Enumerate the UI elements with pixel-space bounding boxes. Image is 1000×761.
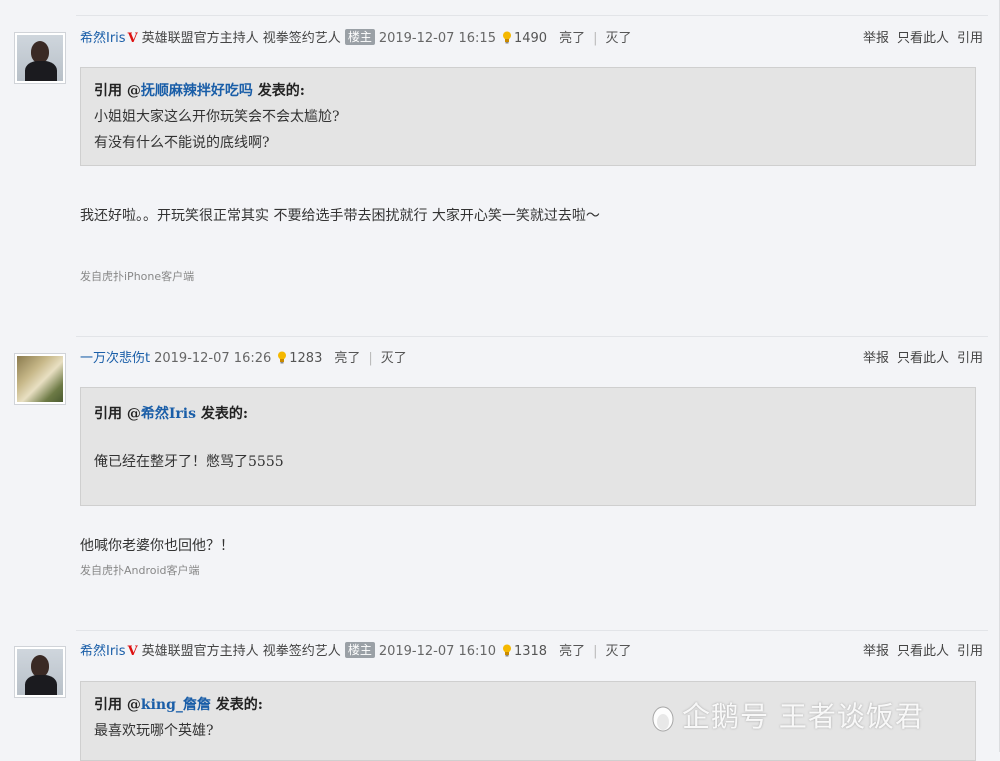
divider: |	[593, 644, 598, 659]
post-body: 我还好啦。。开玩笑很正常其实 不要给选手带去困扰就行 大家开心笑一笑就过去啦～	[80, 208, 600, 224]
post-time: 2019-12-07 16:15	[378, 31, 496, 46]
quote-text: 俺已经在整牙了！憋骂了5555	[94, 454, 284, 470]
light-button[interactable]: 亮了	[559, 644, 585, 659]
username-link[interactable]: 一万次悲伤t	[80, 351, 150, 366]
op-badge: 楼主	[344, 29, 375, 45]
report-button[interactable]: 举报	[863, 31, 889, 46]
user-title: 英雄联盟官方主持人 视拳签约艺人	[141, 644, 341, 659]
quoted-user-link[interactable]: 抚顺麻辣拌好吃吗	[141, 83, 253, 99]
dark-button[interactable]: 灭了	[605, 31, 631, 46]
post-source: 发自虎扑Android客户端	[80, 564, 200, 577]
quote-text: 最喜欢玩哪个英雄?	[94, 723, 214, 739]
avatar[interactable]	[14, 646, 66, 698]
user-title: 英雄联盟官方主持人 视拳签约艺人	[141, 31, 341, 46]
watermark: 企鹅号 王者谈饭君	[650, 697, 924, 737]
post-actions: 举报 只看此人 引用	[855, 29, 983, 49]
watermark-text: 企鹅号 王者谈饭君	[682, 700, 924, 733]
quote-header: 引用 @抚顺麻辣拌好吃吗 发表的:	[94, 83, 305, 99]
post-meta: 一万次悲伤t 2019-12-07 16:26 1283 亮了 | 灭了	[80, 349, 407, 369]
lightbulb-icon	[502, 644, 511, 657]
post-actions: 举报 只看此人 引用	[855, 642, 983, 662]
post-time: 2019-12-07 16:26	[154, 351, 272, 366]
quote-text: 有没有什么不能说的底线啊?	[94, 135, 270, 151]
only-this-user-button[interactable]: 只看此人	[897, 31, 949, 46]
post-time: 2019-12-07 16:10	[378, 644, 496, 659]
quote-text: 小姐姐大家这么开你玩笑会不会太尴尬?	[94, 109, 340, 125]
quote-block: 引用 @抚顺麻辣拌好吃吗 发表的: 小姐姐大家这么开你玩笑会不会太尴尬? 有没有…	[80, 67, 976, 166]
verified-icon: V	[127, 644, 138, 659]
light-count: 1283	[289, 351, 323, 366]
username-link[interactable]: 希然Iris	[80, 31, 126, 46]
op-badge: 楼主	[344, 642, 375, 658]
separator	[76, 15, 988, 16]
separator	[76, 336, 988, 337]
avatar[interactable]	[14, 32, 66, 84]
separator	[76, 630, 988, 631]
verified-icon: V	[127, 31, 138, 46]
username-link[interactable]: 希然Iris	[80, 644, 126, 659]
avatar[interactable]	[14, 353, 66, 405]
report-button[interactable]: 举报	[863, 351, 889, 366]
quote-header: 引用 @king_詹詹 发表的:	[94, 697, 263, 713]
light-count: 1490	[513, 31, 548, 46]
lightbulb-icon	[502, 31, 511, 44]
report-button[interactable]: 举报	[863, 644, 889, 659]
post-body: 他喊你老婆你也回他？！	[80, 538, 234, 554]
quote-button[interactable]: 引用	[957, 351, 983, 366]
dark-button[interactable]: 灭了	[605, 644, 631, 659]
post-meta: 希然Iris V 英雄联盟官方主持人 视拳签约艺人 楼主 2019-12-07 16:1…	[80, 642, 632, 662]
post-source: 发自虎扑iPhone客户端	[80, 270, 195, 283]
penguin-icon	[652, 706, 674, 732]
only-this-user-button[interactable]: 只看此人	[897, 351, 949, 366]
quoted-user-link[interactable]: king_詹詹	[141, 697, 211, 713]
post-actions: 举报 只看此人 引用	[855, 349, 983, 369]
divider: |	[368, 351, 373, 366]
quote-header: 引用 @希然Iris 发表的:	[94, 406, 249, 422]
light-button[interactable]: 亮了	[334, 351, 360, 366]
quote-button[interactable]: 引用	[957, 31, 983, 46]
quote-button[interactable]: 引用	[957, 644, 983, 659]
post-meta: 希然Iris V 英雄联盟官方主持人 视拳签约艺人 楼主 2019-12-07 16:1…	[80, 29, 632, 49]
quoted-user-link[interactable]: 希然Iris	[141, 406, 196, 422]
dark-button[interactable]: 灭了	[381, 351, 407, 366]
quote-block: 引用 @希然Iris 发表的: 俺已经在整牙了！憋骂了5555	[80, 387, 976, 506]
lightbulb-icon	[278, 351, 287, 364]
light-count: 1318	[513, 644, 548, 659]
only-this-user-button[interactable]: 只看此人	[897, 644, 949, 659]
light-button[interactable]: 亮了	[559, 31, 585, 46]
divider: |	[593, 31, 598, 46]
